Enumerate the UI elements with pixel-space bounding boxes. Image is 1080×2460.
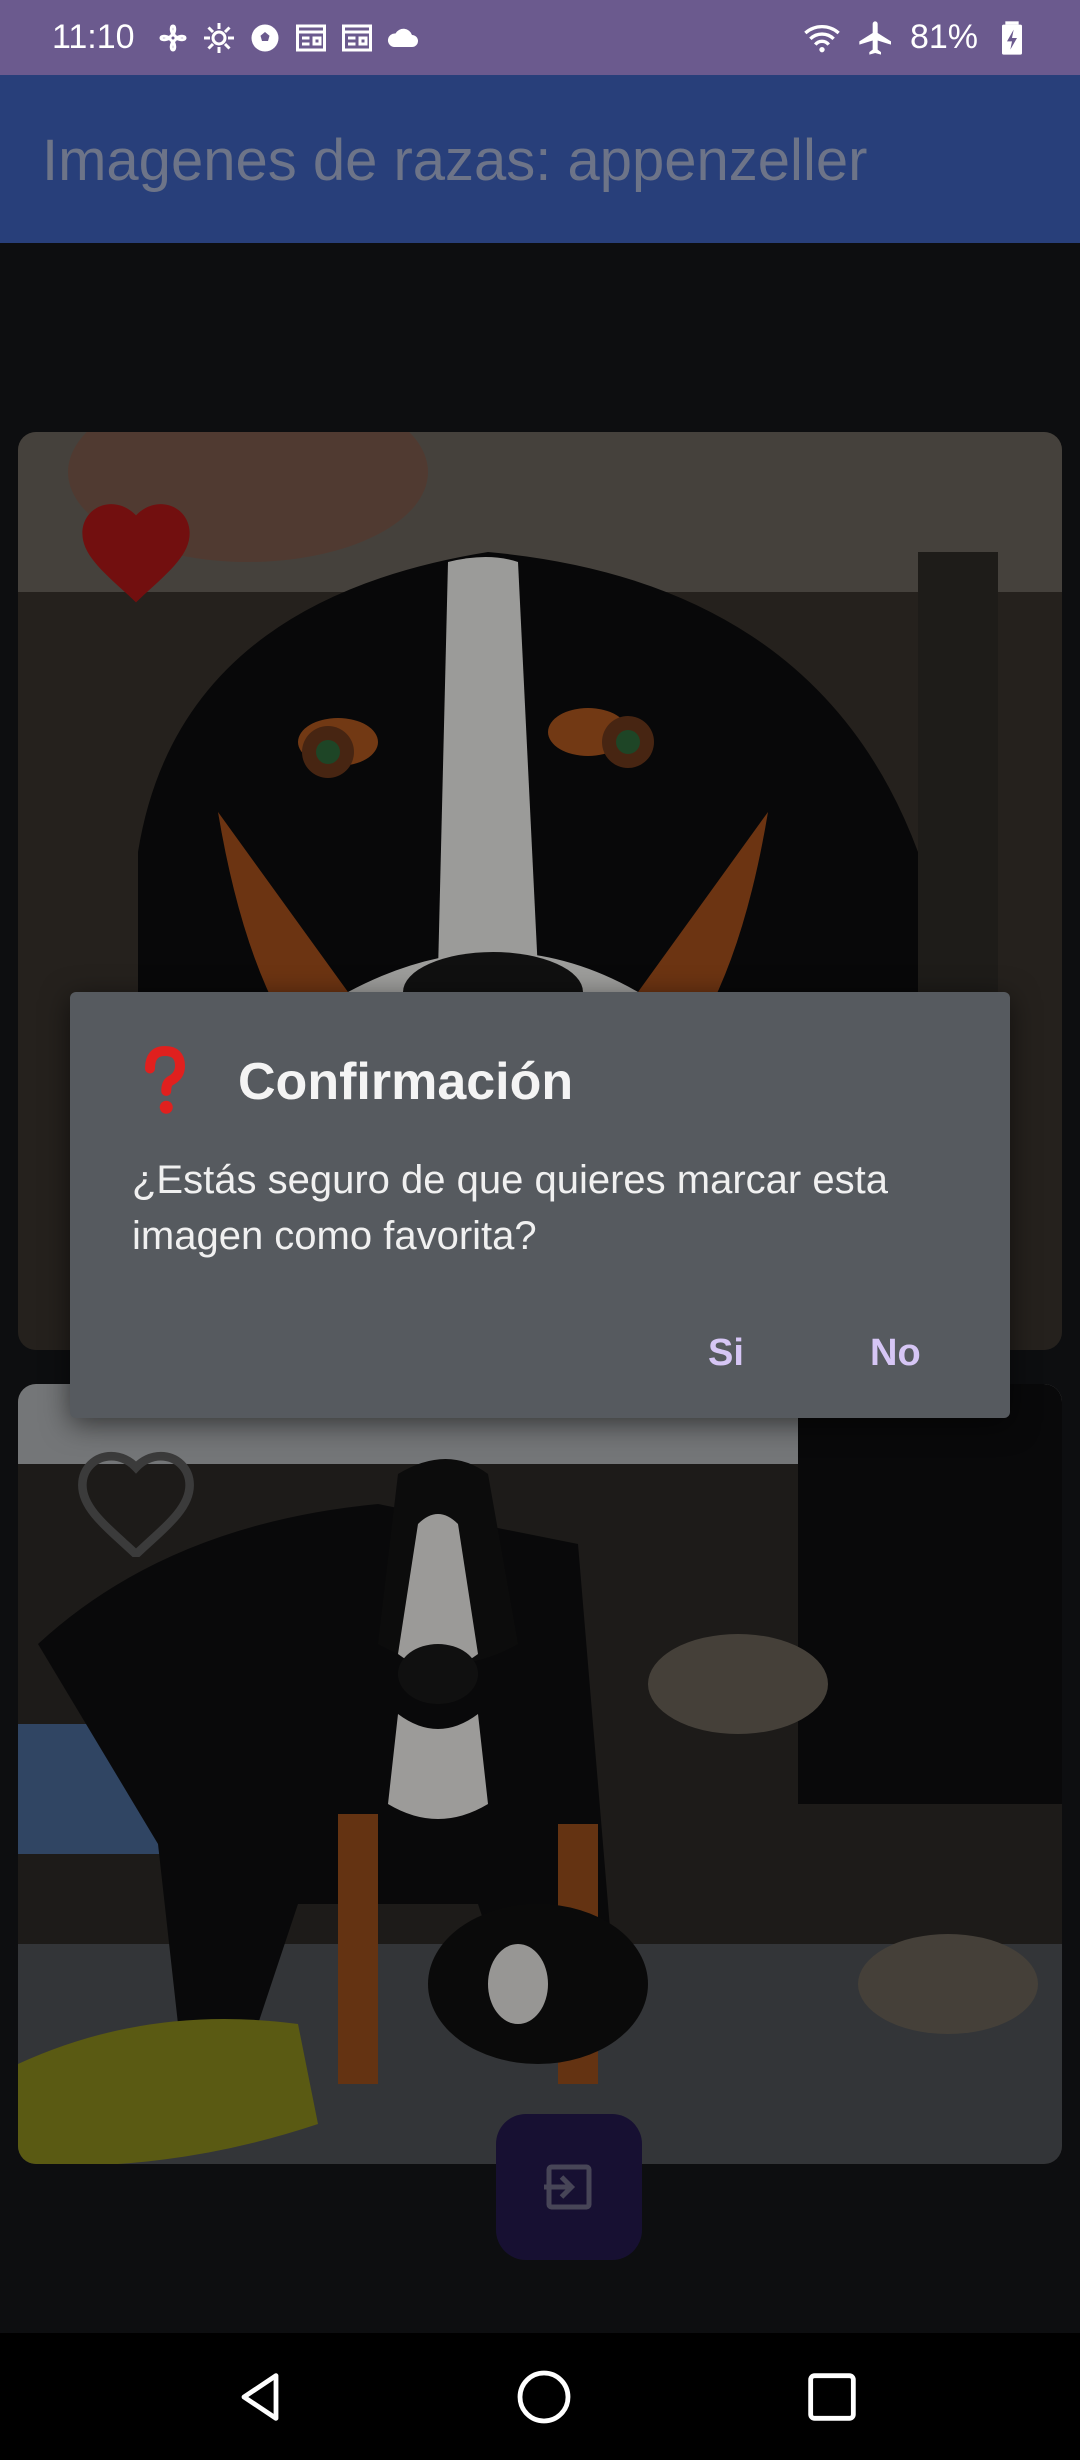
confirm-no-button[interactable]: No	[854, 1322, 937, 1385]
home-icon[interactable]	[512, 2365, 576, 2429]
recents-icon[interactable]	[800, 2365, 864, 2429]
battery-icon	[1002, 20, 1022, 55]
status-bar-right: 81%	[802, 18, 1032, 58]
exit-fab-button[interactable]	[496, 2114, 642, 2260]
system-nav-bar	[0, 2333, 1080, 2460]
status-time: 11:10	[52, 18, 135, 56]
app-bar: Imagenes de razas: appenzeller	[0, 75, 1080, 243]
news-icon	[295, 24, 326, 51]
breed-image-card[interactable]	[18, 1384, 1062, 2164]
exit-to-app-icon	[544, 2164, 592, 2210]
cloud-icon	[387, 28, 418, 47]
back-icon[interactable]	[228, 2365, 292, 2429]
wifi-icon	[804, 24, 840, 52]
confirm-yes-button[interactable]: Si	[692, 1322, 760, 1385]
fan-icon	[159, 24, 187, 51]
news-icon	[341, 24, 372, 51]
favorite-heart-outline-icon[interactable]	[70, 1439, 202, 1557]
gear-icon	[203, 22, 234, 53]
notification-icons	[155, 20, 421, 56]
confirmation-dialog: Confirmación ¿Estás seguro de que quiere…	[70, 992, 1010, 1418]
battery-percent: 81%	[909, 18, 978, 56]
dialog-message: ¿Estás seguro de que quieres marcar esta…	[132, 1158, 888, 1258]
question-mark-icon	[145, 1046, 186, 1114]
status-bar-left: 11:10	[52, 18, 421, 57]
favorite-heart-icon[interactable]	[70, 487, 202, 605]
dialog-title: Confirmación	[238, 1053, 574, 1111]
ball-icon	[251, 24, 279, 51]
status-bar: 11:10 81%	[0, 0, 1080, 75]
app-bar-title: Imagenes de razas: appenzeller	[42, 128, 868, 193]
airplane-icon	[859, 20, 891, 55]
